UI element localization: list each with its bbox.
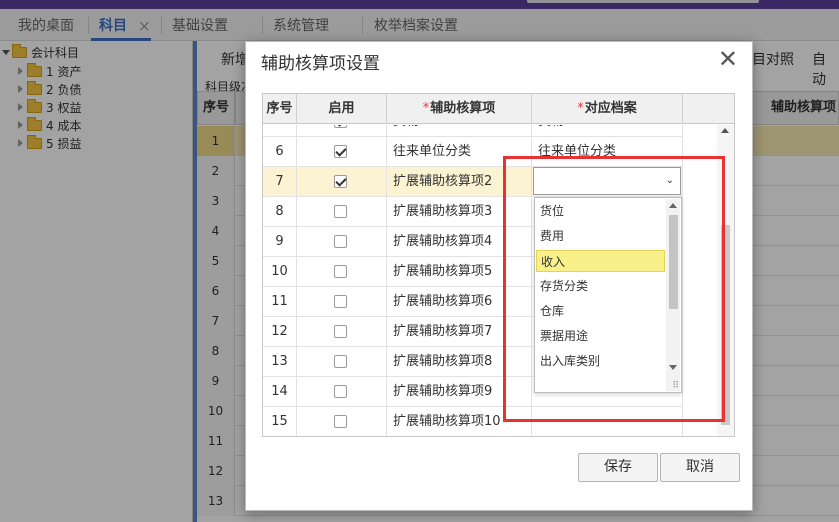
enabled-checkbox[interactable] (334, 295, 347, 308)
table-row[interactable]: 5 货物货物 (263, 125, 683, 137)
dialog-title: 辅助核算项设置 (261, 54, 380, 74)
cancel-button[interactable]: 取消 (660, 453, 740, 482)
seq-cell: 11 (263, 287, 297, 317)
aux-item-cell[interactable]: 货物 (387, 125, 532, 137)
enabled-cell (297, 197, 387, 227)
enabled-cell (297, 137, 387, 167)
enabled-checkbox[interactable] (334, 145, 347, 158)
enabled-cell (297, 347, 387, 377)
seq-cell: 5 (263, 125, 297, 137)
enabled-checkbox[interactable] (334, 415, 347, 428)
col-aux-item-label: 辅助核算项 (430, 101, 496, 116)
required-mark: * (577, 101, 584, 116)
enabled-checkbox[interactable] (334, 235, 347, 248)
enabled-cell (297, 407, 387, 436)
grid-header: 序号 启用 *辅助核算项 *对应档案 (263, 94, 683, 124)
seq-cell: 8 (263, 197, 297, 227)
required-mark: * (422, 101, 430, 116)
seq-cell: 15 (263, 407, 297, 436)
seq-cell: 13 (263, 347, 297, 377)
enabled-checkbox[interactable] (334, 355, 347, 368)
col-archive-label: 对应档案 (584, 101, 637, 116)
scroll-up-icon[interactable] (721, 128, 729, 133)
enabled-checkbox[interactable] (334, 205, 347, 218)
seq-cell: 14 (263, 377, 297, 407)
annotation-highlight-box (503, 156, 725, 422)
enabled-cell (297, 167, 387, 197)
enabled-checkbox[interactable] (334, 325, 347, 338)
enabled-cell (297, 257, 387, 287)
enabled-checkbox[interactable] (334, 125, 347, 128)
close-icon[interactable]: ✕ (718, 45, 738, 73)
col-enabled: 启用 (297, 94, 387, 124)
enabled-cell (297, 377, 387, 407)
enabled-cell (297, 125, 387, 137)
seq-cell: 6 (263, 137, 297, 167)
grid-header-spacer (683, 94, 734, 124)
enabled-checkbox[interactable] (334, 385, 347, 398)
aux-settings-dialog: 辅助核算项设置 ✕ 序号 启用 *辅助核算项 *对应档案 5货物货物6往来单位分… (245, 41, 753, 511)
seq-cell: 7 (263, 167, 297, 197)
enabled-cell (297, 317, 387, 347)
enabled-cell (297, 287, 387, 317)
col-archive: *对应档案 (532, 94, 683, 124)
enabled-checkbox[interactable] (334, 265, 347, 278)
col-aux-item: *辅助核算项 (387, 94, 532, 124)
save-button[interactable]: 保存 (578, 453, 658, 482)
seq-cell: 10 (263, 257, 297, 287)
col-seq: 序号 (263, 94, 297, 124)
enabled-cell (297, 227, 387, 257)
archive-cell[interactable]: 货物 (532, 125, 683, 137)
seq-cell: 9 (263, 227, 297, 257)
enabled-checkbox[interactable] (334, 175, 347, 188)
seq-cell: 12 (263, 317, 297, 347)
